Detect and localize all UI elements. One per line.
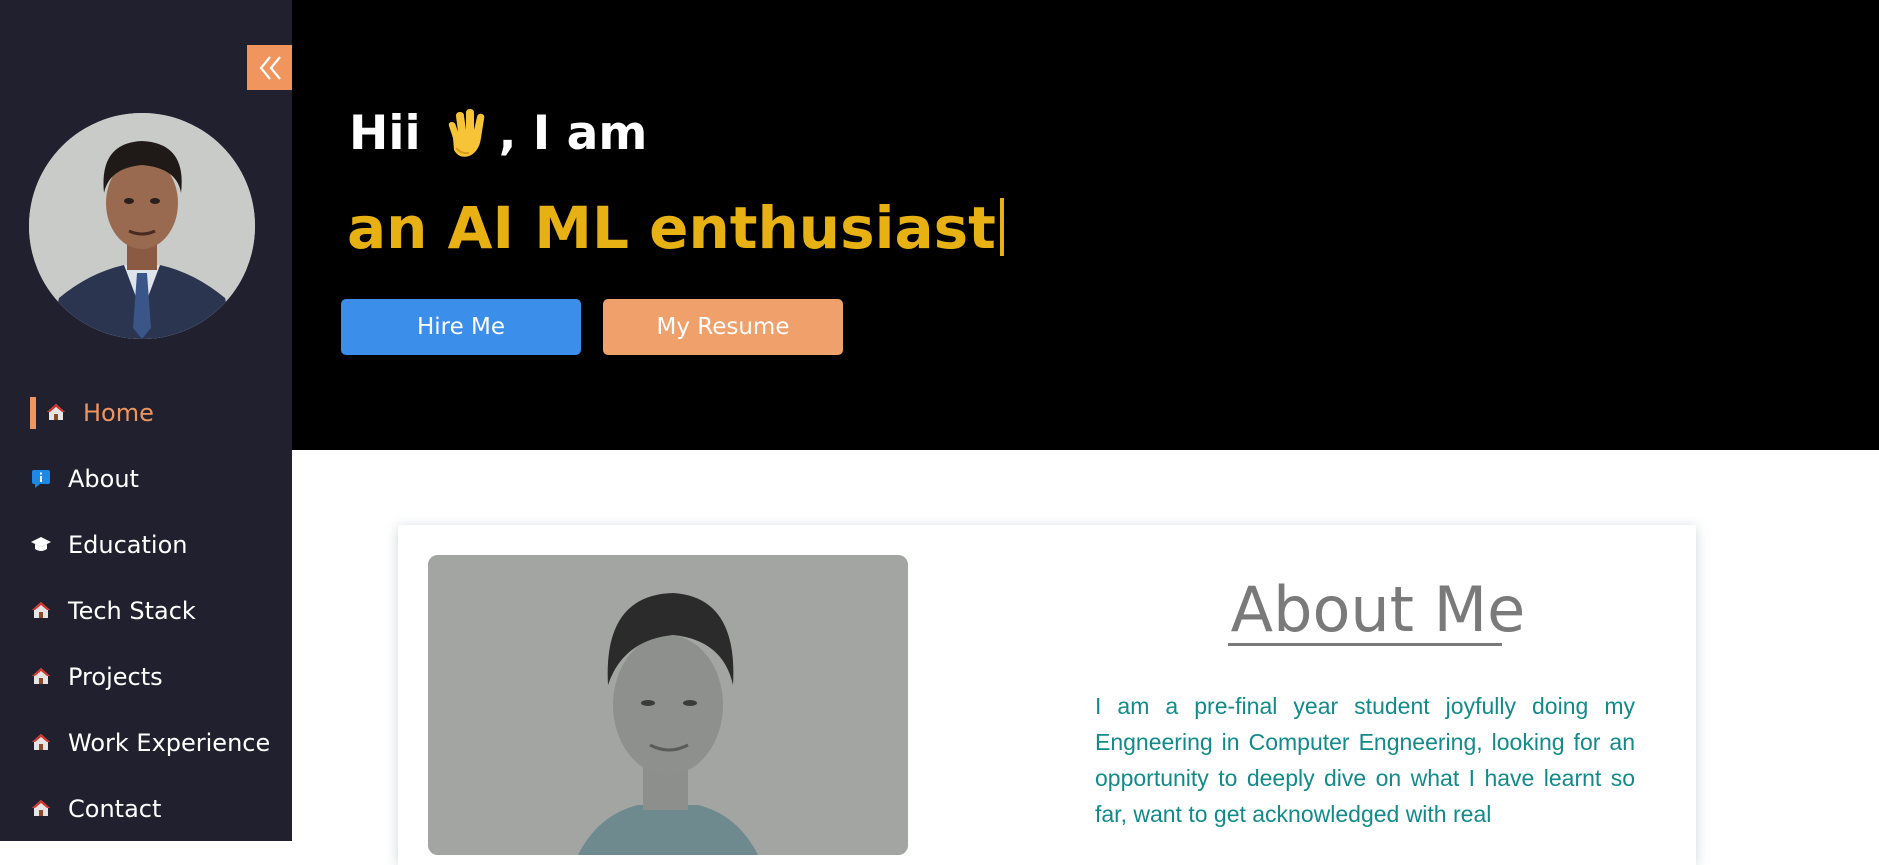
my-resume-button[interactable]: My Resume — [603, 299, 843, 355]
sidebar-item-contact[interactable]: Contact — [0, 776, 292, 842]
sidebar-collapse-button[interactable] — [247, 45, 292, 90]
typing-cursor — [999, 198, 1004, 256]
sidebar-item-label: Tech Stack — [68, 597, 196, 625]
sidebar-item-label: Projects — [68, 663, 163, 691]
hero-section: Hii , I am an AI ML enthusiast Hire Me M… — [292, 0, 1879, 450]
sidebar-item-label: About — [68, 465, 139, 493]
sidebar-item-education[interactable]: Education — [0, 512, 292, 578]
info-icon — [32, 470, 50, 488]
about-photo — [428, 555, 908, 855]
graduation-cap-icon — [31, 537, 51, 551]
sidebar-item-about[interactable]: About — [0, 446, 292, 512]
hire-me-button[interactable]: Hire Me — [341, 299, 581, 355]
greeting-prefix: Hii — [349, 106, 421, 161]
house-icon — [32, 800, 50, 816]
house-icon — [32, 602, 50, 618]
sidebar-item-projects[interactable]: Projects — [0, 644, 292, 710]
sidebar-item-label: Work Experience — [68, 729, 271, 757]
greeting-suffix: , I am — [498, 106, 648, 161]
house-icon — [32, 734, 50, 750]
typed-text: an AI ML enthusiast — [347, 194, 996, 262]
about-title: About Me — [1230, 573, 1526, 646]
sidebar: Home About Education Tech Stack Projects… — [0, 0, 292, 841]
raised-hand-icon — [448, 108, 484, 157]
house-icon — [47, 404, 65, 420]
hero-greeting: Hii , I am — [349, 106, 647, 161]
house-icon — [32, 668, 50, 684]
sidebar-item-label: Education — [68, 531, 188, 559]
sidebar-item-tech-stack[interactable]: Tech Stack — [0, 578, 292, 644]
active-indicator — [30, 397, 36, 429]
about-card: About Me I am a pre-final year student j… — [398, 525, 1696, 865]
profile-avatar — [29, 113, 255, 339]
sidebar-item-home[interactable]: Home — [0, 380, 292, 446]
sidebar-nav: Home About Education Tech Stack Projects… — [0, 380, 292, 842]
typed-role-text: an AI ML enthusiast — [347, 194, 1004, 262]
sidebar-item-label: Contact — [68, 795, 162, 823]
sidebar-item-label: Home — [83, 399, 154, 427]
about-text: I am a pre-final year student joyfully d… — [1095, 693, 1635, 827]
double-chevron-left-icon — [259, 55, 281, 80]
about-title-underline — [1228, 643, 1502, 646]
sidebar-item-work-experience[interactable]: Work Experience — [0, 710, 292, 776]
